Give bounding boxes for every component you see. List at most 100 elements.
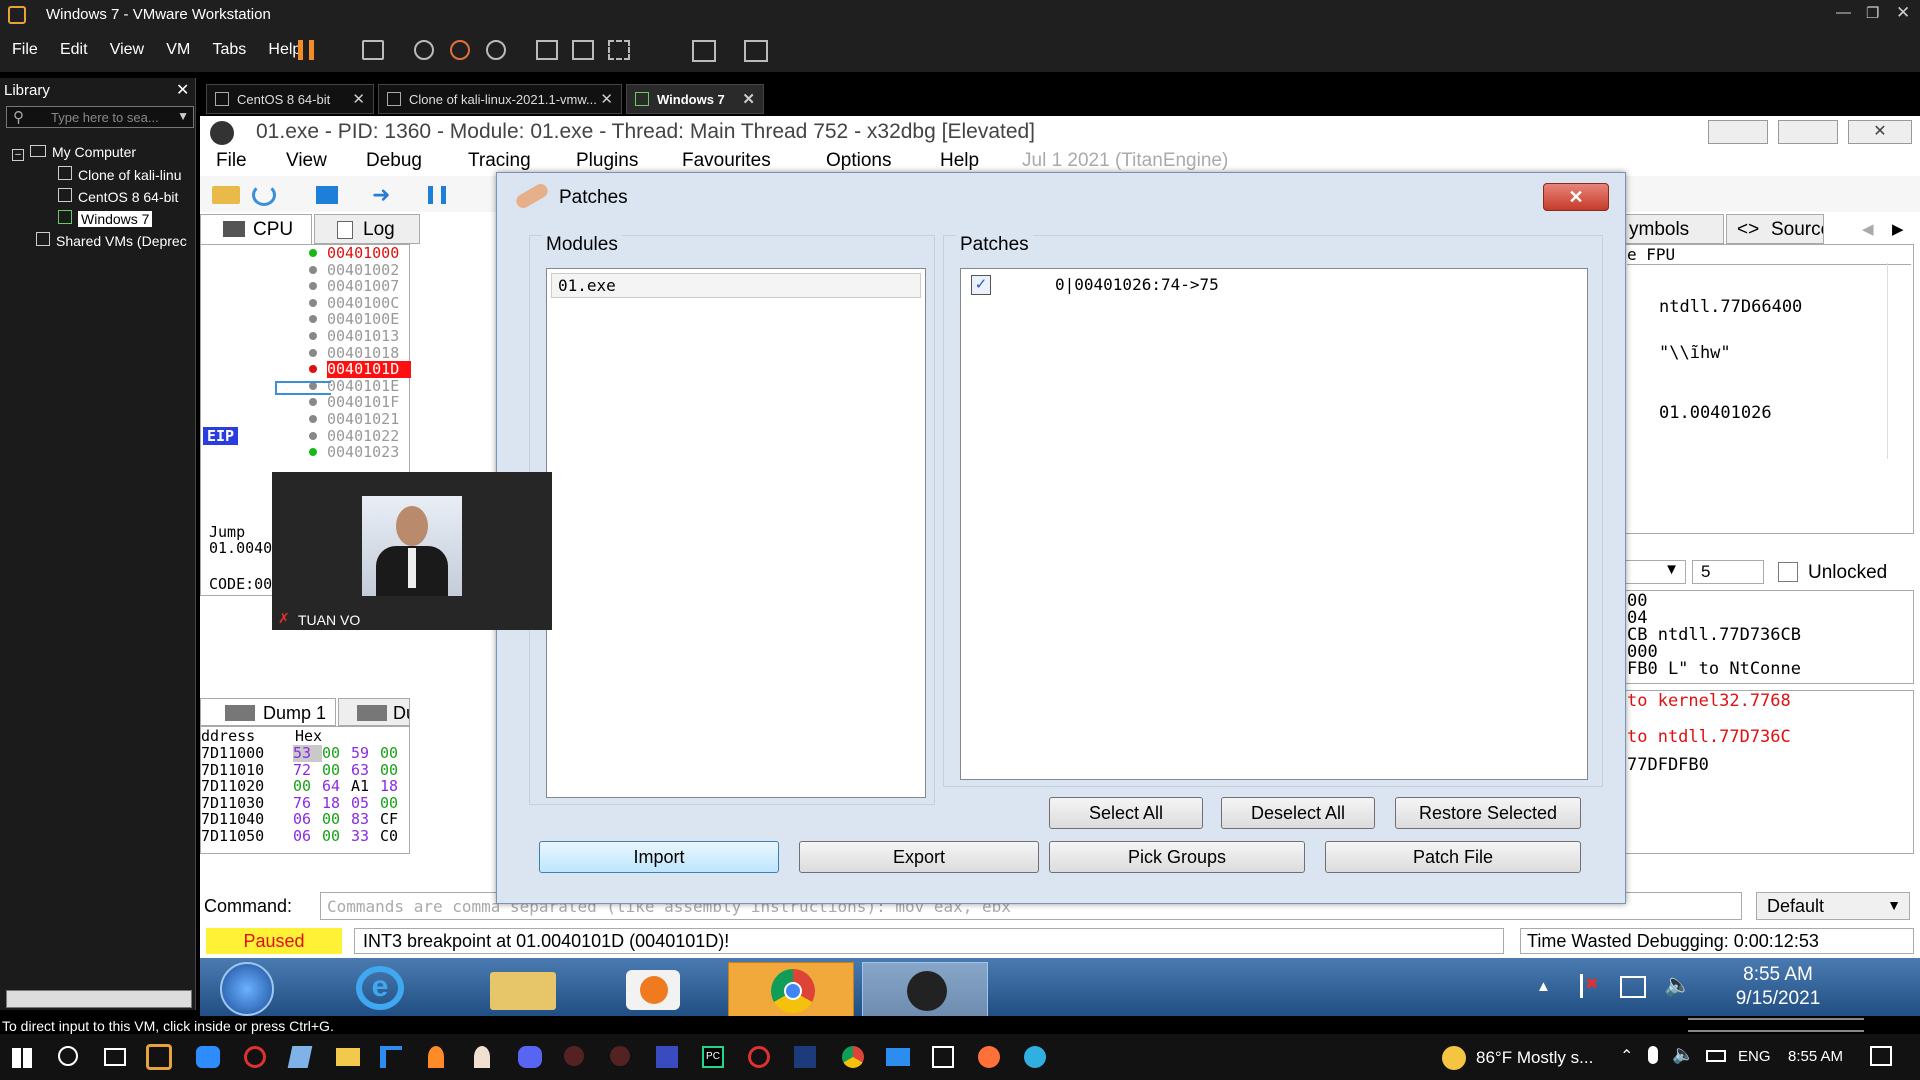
weather-icon[interactable] bbox=[1442, 1046, 1466, 1070]
chrome-host-icon[interactable] bbox=[842, 1046, 864, 1068]
library-search[interactable]: ⚲ Type here to sea... ▼ bbox=[6, 106, 194, 128]
gutter-dot[interactable] bbox=[309, 249, 317, 257]
gutter-dot[interactable] bbox=[309, 298, 317, 307]
menu-file[interactable]: File bbox=[12, 41, 38, 59]
patches-list[interactable]: ✓ 0|00401026:74->75 bbox=[960, 268, 1588, 780]
calling-convention-dropdown[interactable]: ▼ bbox=[1624, 560, 1686, 584]
collapse-icon[interactable]: – bbox=[12, 149, 24, 161]
stack-args-panel[interactable]: 00 04 CB ntdll.77D736CB 000 FB0 L" to NtConn… bbox=[1624, 590, 1914, 684]
disasm-address[interactable]: 0040101D bbox=[327, 361, 411, 378]
explorer-icon[interactable] bbox=[490, 972, 556, 1010]
network-icon[interactable] bbox=[1620, 976, 1646, 998]
import-button[interactable]: Import bbox=[539, 841, 779, 873]
x64-menu-file[interactable]: File bbox=[216, 150, 247, 172]
gutter-dot[interactable] bbox=[309, 315, 317, 324]
disasm-address[interactable]: 00401022 bbox=[327, 427, 411, 445]
action-center-icon[interactable]: ✖ bbox=[1580, 974, 1602, 998]
fullscreen-icon[interactable] bbox=[608, 40, 630, 60]
gutter-dot[interactable] bbox=[309, 332, 317, 340]
export-button[interactable]: Export bbox=[799, 841, 1039, 873]
menu-tabs[interactable]: Tabs bbox=[212, 41, 246, 59]
tree-item-my-computer[interactable]: – My Computer bbox=[12, 144, 136, 161]
send-ctrl-alt-del-icon[interactable] bbox=[362, 40, 384, 60]
pause-icon[interactable] bbox=[298, 40, 314, 60]
run-icon[interactable]: ➜ bbox=[372, 184, 390, 206]
x64-maximize-button[interactable] bbox=[1778, 120, 1838, 144]
minimize-button[interactable]: — bbox=[1836, 4, 1851, 21]
volume-icon[interactable]: 🔈 bbox=[1664, 972, 1691, 998]
disasm-address[interactable]: 00401023 bbox=[327, 444, 411, 461]
disasm-address[interactable]: 00401000 bbox=[327, 245, 411, 262]
tab-dump-1[interactable]: Dump 1 bbox=[200, 698, 336, 726]
snapshot-icon[interactable] bbox=[414, 40, 434, 60]
gutter-dot[interactable] bbox=[309, 265, 317, 274]
tab-scroll-right-icon[interactable]: ▶ bbox=[1892, 220, 1904, 238]
discord-icon[interactable] bbox=[518, 1046, 542, 1068]
module-item[interactable]: 01.exe bbox=[551, 273, 921, 298]
gutter-dot[interactable] bbox=[309, 348, 317, 357]
command-type-select[interactable]: Default ▼ bbox=[1756, 892, 1910, 920]
tab-windows7[interactable]: Windows 7 ✕ bbox=[626, 84, 764, 114]
tab-scroll-left-icon[interactable]: ◀ bbox=[1862, 220, 1874, 238]
chevron-down-icon[interactable]: ▼ bbox=[177, 109, 189, 123]
zoom-icon[interactable] bbox=[196, 1046, 220, 1068]
app-icon-2[interactable] bbox=[428, 1046, 444, 1068]
patch-item[interactable]: 0|00401026:74->75 bbox=[1055, 275, 1219, 294]
dump-row[interactable]: 7D11040 06 00 83 CF bbox=[201, 811, 411, 828]
stack-arg-line[interactable]: CB ntdll.77D736CB bbox=[1627, 627, 1913, 644]
gutter-dot[interactable] bbox=[309, 398, 317, 407]
dialog-close-button[interactable]: ✕ bbox=[1543, 183, 1609, 211]
windows-start-icon[interactable] bbox=[12, 1048, 32, 1068]
x64dbg-host-icon[interactable] bbox=[610, 1046, 630, 1066]
weather-text[interactable]: 86°F Mostly s... bbox=[1476, 1048, 1593, 1068]
x64-minimize-button[interactable] bbox=[1708, 120, 1768, 144]
tab-cpu[interactable]: CPU bbox=[200, 214, 312, 244]
media-player-icon[interactable] bbox=[626, 970, 680, 1010]
vmware-taskbar-icon[interactable] bbox=[146, 1044, 172, 1070]
tree-item-centos[interactable]: CentOS 8 64-bit bbox=[58, 188, 178, 205]
microphone-icon[interactable] bbox=[1648, 1046, 1658, 1064]
tab-source[interactable]: <>Source bbox=[1726, 214, 1824, 244]
x64-menu-favourites[interactable]: Favourites bbox=[682, 150, 771, 172]
close-tab-icon[interactable]: ✕ bbox=[352, 90, 365, 108]
pause-debug-icon[interactable] bbox=[428, 186, 446, 204]
chrome-icon[interactable] bbox=[728, 962, 854, 1018]
dump-row[interactable]: 7D11020 00 64 A1 18 bbox=[201, 778, 411, 795]
disasm-address[interactable]: 0040101F bbox=[327, 394, 411, 411]
tab-centos[interactable]: CentOS 8 64-bit ✕ bbox=[206, 84, 374, 114]
app-icon-4[interactable] bbox=[656, 1046, 678, 1068]
dump-row[interactable]: 7D11000 53 00 59 00 bbox=[201, 745, 411, 762]
tree-item-windows7[interactable]: Windows 7 bbox=[58, 210, 153, 227]
ie-icon[interactable]: e bbox=[356, 966, 404, 1010]
menu-edit[interactable]: Edit bbox=[60, 41, 88, 59]
speaker-icon[interactable]: 🔈 bbox=[1672, 1044, 1694, 1065]
menu-view[interactable]: View bbox=[110, 41, 144, 59]
breakpoint-gutter[interactable] bbox=[305, 245, 321, 461]
modules-list[interactable]: 01.exe bbox=[546, 268, 926, 798]
dump-row[interactable]: 7D11030 76 18 05 00 bbox=[201, 795, 411, 812]
mail-icon[interactable] bbox=[886, 1048, 910, 1066]
snapshot-manager-icon[interactable] bbox=[486, 40, 506, 60]
app-icon-1[interactable] bbox=[287, 1046, 313, 1068]
gutter-dot[interactable] bbox=[309, 448, 317, 457]
firefox-icon[interactable] bbox=[978, 1046, 1000, 1068]
registers-panel[interactable]: e FPU ntdll.77D66400 "\\ĩhw" 01.00401026 bbox=[1624, 244, 1914, 534]
stack-arg-line[interactable]: 00 bbox=[1627, 593, 1913, 610]
revert-snapshot-icon[interactable] bbox=[450, 40, 470, 60]
tree-item-shared[interactable]: Shared VMs (Deprec bbox=[36, 232, 196, 249]
host-search-icon[interactable] bbox=[58, 1046, 78, 1066]
host-clock[interactable]: 8:55 AM bbox=[1788, 1048, 1843, 1065]
x64-menu-debug[interactable]: Debug bbox=[366, 150, 422, 172]
disasm-address[interactable]: 0040100C bbox=[327, 295, 411, 312]
app-icon-7[interactable] bbox=[932, 1046, 954, 1068]
stack-arg-line[interactable]: FB0 L" to NtConne bbox=[1627, 661, 1913, 678]
args-spinbox[interactable]: 5 bbox=[1692, 560, 1764, 584]
x64-menu-tracing[interactable]: Tracing bbox=[468, 150, 531, 172]
dump-row[interactable]: 7D11050 06 00 33 C0 bbox=[201, 828, 411, 845]
library-close-icon[interactable]: ✕ bbox=[176, 80, 189, 100]
pick-groups-button[interactable]: Pick Groups bbox=[1049, 841, 1305, 873]
close-tab-icon[interactable]: ✕ bbox=[742, 90, 755, 108]
disasm-address[interactable]: 00401007 bbox=[327, 278, 411, 295]
close-tab-icon[interactable]: ✕ bbox=[600, 90, 613, 108]
tray-chevron-icon[interactable]: ⌃ bbox=[1620, 1046, 1633, 1066]
